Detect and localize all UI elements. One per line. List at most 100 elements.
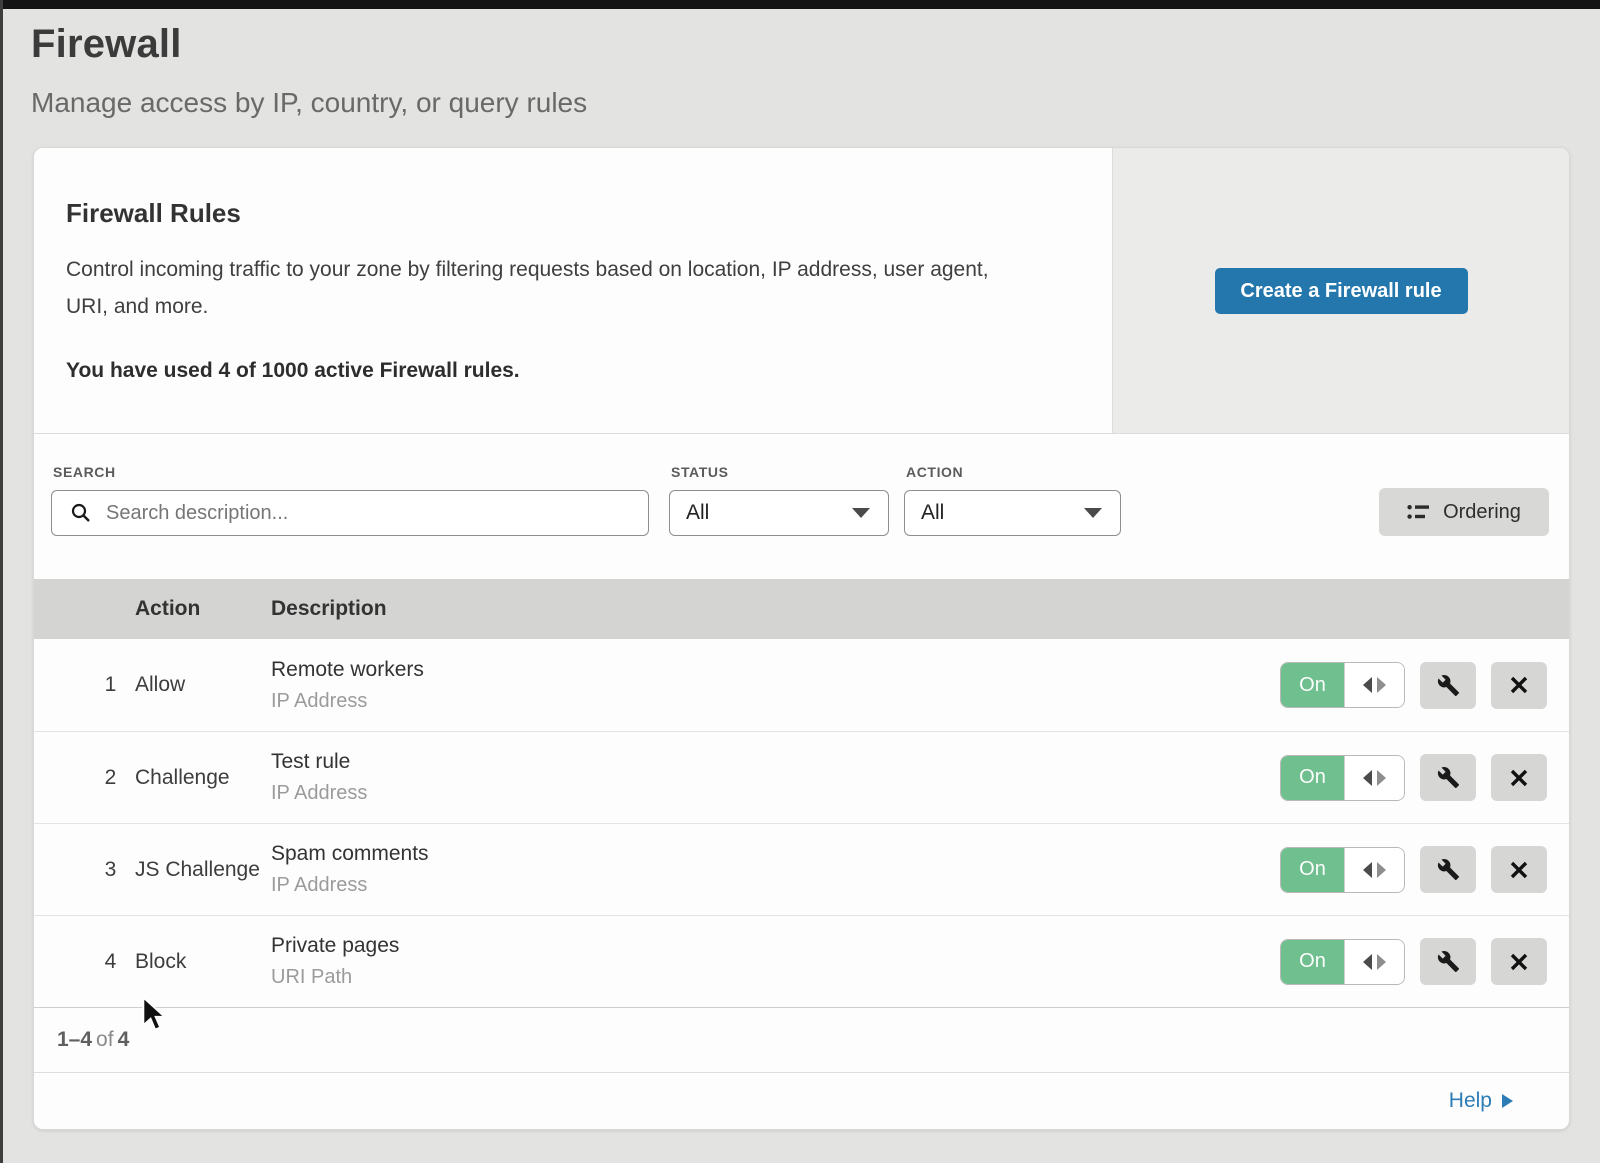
rule-priority: 3 [34, 858, 135, 882]
firewall-rules-card: Firewall Rules Control incoming traffic … [33, 147, 1570, 1130]
overview-text-panel: Firewall Rules Control incoming traffic … [34, 148, 1113, 433]
rule-field: IP Address [271, 690, 1109, 713]
rule-description: Private pages [271, 934, 1109, 958]
status-label: STATUS [671, 464, 904, 480]
rule-description: Spam comments [271, 842, 1109, 866]
ordering-button[interactable]: Ordering [1379, 488, 1549, 536]
rule-priority: 4 [34, 950, 135, 974]
help-link[interactable]: Help [1449, 1089, 1513, 1113]
help-arrow-icon [1502, 1094, 1513, 1108]
delete-rule-button[interactable] [1491, 754, 1547, 801]
create-firewall-rule-button[interactable]: Create a Firewall rule [1215, 268, 1468, 314]
rule-field: IP Address [271, 782, 1109, 805]
screenshot-top-edge [0, 0, 1600, 9]
description-column-header: Description [271, 597, 1109, 621]
search-label: SEARCH [53, 464, 669, 480]
edit-rule-button[interactable] [1420, 938, 1476, 985]
status-selected-value: All [686, 501, 709, 525]
close-icon [1509, 952, 1529, 972]
create-rule-panel: Create a Firewall rule [1113, 148, 1569, 433]
rule-controls: On [1109, 938, 1569, 985]
toggle-on-segment[interactable]: On [1281, 848, 1344, 892]
toggle-on-segment[interactable]: On [1281, 756, 1344, 800]
table-row: 2 Challenge Test rule IP Address On [34, 731, 1569, 823]
pagination-total: 4 [118, 1028, 130, 1051]
page-header: Firewall Manage access by IP, country, o… [0, 0, 1600, 119]
rule-field: IP Address [271, 874, 1109, 897]
delete-rule-button[interactable] [1491, 846, 1547, 893]
edit-rule-button[interactable] [1420, 846, 1476, 893]
wrench-icon [1437, 674, 1460, 697]
rule-enabled-toggle[interactable]: On [1280, 662, 1405, 708]
rule-action: Challenge [135, 766, 271, 790]
triangle-left-icon [1363, 862, 1372, 878]
reorder-arrows-icon[interactable] [1344, 756, 1404, 800]
edit-rule-button[interactable] [1420, 754, 1476, 801]
table-row: 3 JS Challenge Spam comments IP Address … [34, 823, 1569, 915]
rule-priority: 2 [34, 766, 135, 790]
rule-action: Allow [135, 673, 271, 697]
pagination-range: 1–4 [57, 1028, 92, 1051]
rule-controls: On [1109, 846, 1569, 893]
page-title: Firewall [31, 22, 1600, 67]
table-row: 1 Allow Remote workers IP Address On [34, 639, 1569, 731]
edit-rule-button[interactable] [1420, 662, 1476, 709]
overview-heading: Firewall Rules [66, 198, 1052, 229]
rule-enabled-toggle[interactable]: On [1280, 939, 1405, 985]
rule-description-cell: Private pages URI Path [271, 934, 1109, 989]
chevron-down-icon [1084, 508, 1102, 518]
triangle-left-icon [1363, 677, 1372, 693]
rule-priority: 1 [34, 673, 135, 697]
page-subtitle: Manage access by IP, country, or query r… [31, 87, 1600, 119]
triangle-left-icon [1363, 954, 1372, 970]
triangle-right-icon [1377, 954, 1386, 970]
rule-enabled-toggle[interactable]: On [1280, 755, 1405, 801]
rule-action: JS Challenge [135, 858, 271, 882]
help-row: Help [34, 1072, 1569, 1129]
triangle-right-icon [1377, 677, 1386, 693]
table-row: 4 Block Private pages URI Path On [34, 915, 1569, 1007]
search-input[interactable] [106, 502, 634, 525]
reorder-arrows-icon[interactable] [1344, 663, 1404, 707]
action-select[interactable]: All [904, 490, 1121, 536]
triangle-left-icon [1363, 770, 1372, 786]
ordering-list-icon [1407, 504, 1431, 521]
rule-controls: On [1109, 662, 1569, 709]
wrench-icon [1437, 950, 1460, 973]
action-column-header: Action [135, 597, 271, 621]
delete-rule-button[interactable] [1491, 662, 1547, 709]
triangle-right-icon [1377, 862, 1386, 878]
reorder-arrows-icon[interactable] [1344, 848, 1404, 892]
chevron-down-icon [852, 508, 870, 518]
toggle-on-segment[interactable]: On [1281, 940, 1344, 984]
pagination-row: 1–4of4 [34, 1007, 1569, 1072]
rule-enabled-toggle[interactable]: On [1280, 847, 1405, 893]
rule-controls: On [1109, 754, 1569, 801]
triangle-right-icon [1377, 770, 1386, 786]
wrench-icon [1437, 858, 1460, 881]
rule-description: Test rule [271, 750, 1109, 774]
reorder-arrows-icon[interactable] [1344, 940, 1404, 984]
close-icon [1509, 860, 1529, 880]
search-icon [70, 502, 92, 524]
toggle-on-segment[interactable]: On [1281, 663, 1344, 707]
wrench-icon [1437, 766, 1460, 789]
pagination-text: 1–4of4 [57, 1028, 129, 1052]
rule-description-cell: Spam comments IP Address [271, 842, 1109, 897]
rules-table-header: Action Description [34, 579, 1569, 639]
rule-description-cell: Test rule IP Address [271, 750, 1109, 805]
ordering-button-label: Ordering [1443, 501, 1521, 524]
overview-section: Firewall Rules Control incoming traffic … [34, 148, 1569, 434]
close-icon [1509, 675, 1529, 695]
overview-description: Control incoming traffic to your zone by… [66, 251, 1026, 325]
delete-rule-button[interactable] [1491, 938, 1547, 985]
action-selected-value: All [921, 501, 944, 525]
pagination-of: of [92, 1028, 118, 1051]
rule-action: Block [135, 950, 271, 974]
rules-usage-text: You have used 4 of 1000 active Firewall … [66, 359, 1052, 383]
filter-bar: SEARCH STATUS All ACTION All [34, 434, 1569, 579]
rule-description: Remote workers [271, 658, 1109, 682]
status-select[interactable]: All [669, 490, 889, 536]
search-box[interactable] [51, 490, 649, 536]
action-label: ACTION [906, 464, 1121, 480]
